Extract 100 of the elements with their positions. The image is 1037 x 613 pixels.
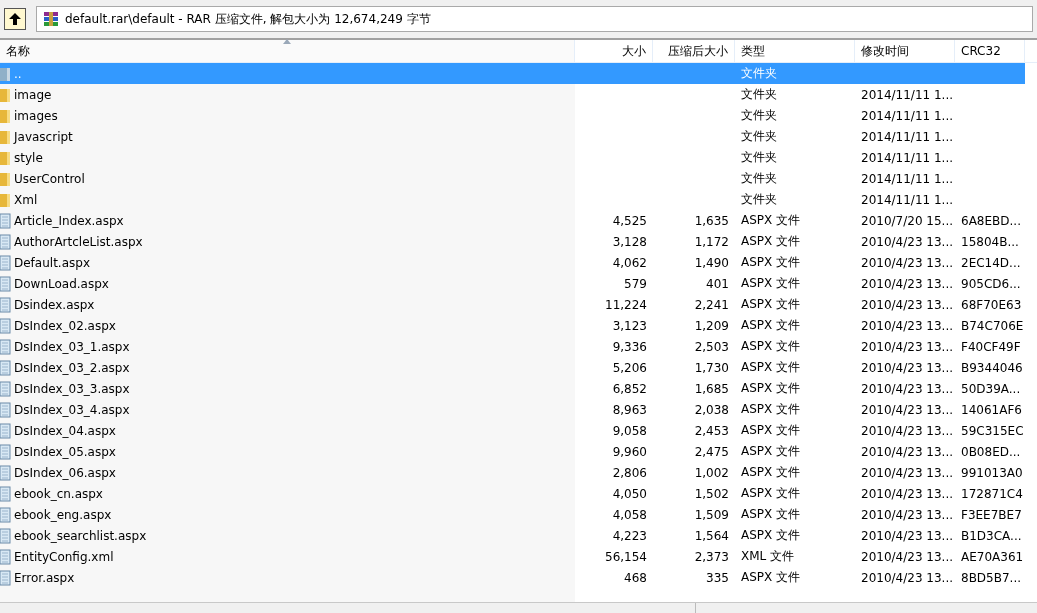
file-icon: [0, 443, 11, 460]
file-row[interactable]: DsIndex_03_4.aspx 8,963 2,038 ASPX 文件 2010/4/23 13... 14061AF6: [0, 399, 1025, 420]
up-folder-button[interactable]: [4, 8, 26, 30]
size-cell-text: 4,050: [611, 486, 648, 501]
file-icon: [0, 401, 11, 418]
size-cell-text: 2,806: [611, 465, 648, 480]
name-cell: DsIndex_04.aspx: [0, 422, 575, 439]
crc-cell-text: 15804B...: [960, 234, 1020, 249]
packed-size-cell-text: 1,635: [693, 213, 730, 228]
file-row[interactable]: ebook_eng.aspx 4,058 1,509 ASPX 文件 2010/4/23 13... F3EE7BE7: [0, 504, 1025, 525]
file-row[interactable]: image 文件夹 2014/11/11 1...: [0, 84, 1025, 105]
crc-cell-text: 172871C4: [960, 486, 1024, 501]
name-cell: DsIndex_03_3.aspx: [0, 380, 575, 397]
file-row[interactable]: style 文件夹 2014/11/11 1...: [0, 147, 1025, 168]
file-row[interactable]: images 文件夹 2014/11/11 1...: [0, 105, 1025, 126]
crc-cell-text: B1D3CA...: [960, 528, 1023, 543]
modified-cell-text: 2010/4/23 13...: [860, 423, 955, 438]
file-row[interactable]: DsIndex_04.aspx 9,058 2,453 ASPX 文件 2010/4/23 13... 59C315EC: [0, 420, 1025, 441]
file-row[interactable]: Xml 文件夹 2014/11/11 1...: [0, 189, 1025, 210]
file-row[interactable]: EntityConfig.xml 56,154 2,373 XML 文件 2010/4/23 13... AE70A361: [0, 546, 1025, 567]
file-row[interactable]: ebook_searchlist.aspx 4,223 1,564 ASPX 文件 2010/4/23 13... B1D3CA...: [0, 525, 1025, 546]
packed-size-cell-text: 1,209: [693, 318, 730, 333]
modified-cell-text: 2014/11/11 1...: [860, 87, 955, 102]
file-icon: [0, 317, 11, 334]
type-cell-text: ASPX 文件: [740, 296, 802, 313]
file-row[interactable]: ebook_cn.aspx 4,050 1,502 ASPX 文件 2010/4/23 13... 172871C4: [0, 483, 1025, 504]
name-cell: style: [0, 149, 575, 166]
modified-cell-text: 2014/11/11 1...: [860, 171, 955, 186]
file-row[interactable]: Dsindex.aspx 11,224 2,241 ASPX 文件 2010/4/23 13... 68F70E63: [0, 294, 1025, 315]
size-cell-text: 4,525: [611, 213, 648, 228]
name-cell: image: [0, 86, 575, 103]
file-row[interactable]: DownLoad.aspx 579 401 ASPX 文件 2010/4/23 13... 905CD6...: [0, 273, 1025, 294]
file-icon: [0, 464, 11, 481]
type-cell-text: 文件夹: [740, 86, 778, 103]
file-icon: [0, 422, 11, 439]
size-cell-text: 5,206: [611, 360, 648, 375]
size-cell-text: 3,123: [611, 318, 648, 333]
file-row[interactable]: UserControl 文件夹 2014/11/11 1...: [0, 168, 1025, 189]
modified-cell-text: 2010/4/23 13...: [860, 297, 955, 312]
file-row[interactable]: DsIndex_03_3.aspx 6,852 1,685 ASPX 文件 2010/4/23 13... 50D39A...: [0, 378, 1025, 399]
type-cell-text: ASPX 文件: [740, 527, 802, 544]
type-cell-text: 文件夹: [740, 170, 778, 187]
size-cell-text: 9,960: [611, 444, 648, 459]
name-cell: ..: [0, 65, 575, 82]
name-cell: Article_Index.aspx: [0, 212, 575, 229]
name-cell: Default.aspx: [0, 254, 575, 271]
folder-icon: [0, 191, 11, 208]
address-field[interactable]: default.rar\default - RAR 压缩文件, 解包大小为 12,674,249 字节: [36, 6, 1033, 32]
type-cell-text: ASPX 文件: [740, 422, 802, 439]
up-arrow-icon: [8, 12, 22, 26]
file-row[interactable]: DsIndex_05.aspx 9,960 2,475 ASPX 文件 2010/4/23 13... 0B08ED...: [0, 441, 1025, 462]
name-cell: images: [0, 107, 575, 124]
type-cell-text: ASPX 文件: [740, 569, 802, 586]
crc-cell-text: F40CF49F: [960, 339, 1022, 354]
file-row[interactable]: Default.aspx 4,062 1,490 ASPX 文件 2010/4/23 13... 2EC14D...: [0, 252, 1025, 273]
file-row[interactable]: DsIndex_03_2.aspx 5,206 1,730 ASPX 文件 2010/4/23 13... B9344046: [0, 357, 1025, 378]
file-row[interactable]: DsIndex_02.aspx 3,123 1,209 ASPX 文件 2010/4/23 13... B74C706E: [0, 315, 1025, 336]
column-header[interactable]: 名称: [0, 40, 575, 62]
name-cell: Dsindex.aspx: [0, 296, 575, 313]
file-row[interactable]: Error.aspx 468 335 ASPX 文件 2010/4/23 13... 8BD5B7...: [0, 567, 1025, 588]
modified-cell-text: 2010/4/23 13...: [860, 402, 955, 417]
type-cell-text: 文件夹: [740, 191, 778, 208]
packed-size-cell-text: 2,038: [693, 402, 730, 417]
file-row[interactable]: AuthorArtcleList.aspx 3,128 1,172 ASPX 文件 2010/4/23 13... 15804B...: [0, 231, 1025, 252]
folder-icon: [0, 65, 11, 82]
packed-size-cell-text: 1,730: [693, 360, 730, 375]
packed-size-cell-text: 2,475: [693, 444, 730, 459]
name-cell: DownLoad.aspx: [0, 275, 575, 292]
size-cell-text: 579: [623, 276, 648, 291]
crc-cell-text: B74C706E: [960, 318, 1025, 333]
packed-size-cell-text: 1,172: [693, 234, 730, 249]
name-cell: Javascript: [0, 128, 575, 145]
file-icon: [0, 296, 11, 313]
crc-cell-text: 6A8EBD...: [960, 213, 1022, 228]
name-cell: ebook_searchlist.aspx: [0, 527, 575, 544]
name-cell: DsIndex_03_2.aspx: [0, 359, 575, 376]
crc-cell-text: 59C315EC: [960, 423, 1025, 438]
file-row[interactable]: Javascript 文件夹 2014/11/11 1...: [0, 126, 1025, 147]
modified-cell-text: 2014/11/11 1...: [860, 150, 955, 165]
file-row[interactable]: DsIndex_06.aspx 2,806 1,002 ASPX 文件 2010/4/23 13... 991013A0: [0, 462, 1025, 483]
name-cell: DsIndex_03_1.aspx: [0, 338, 575, 355]
crc-cell-text: 905CD6...: [960, 276, 1022, 291]
modified-cell-text: 2010/4/23 13...: [860, 444, 955, 459]
type-cell-text: ASPX 文件: [740, 506, 802, 523]
modified-cell-text: 2010/4/23 13...: [860, 318, 955, 333]
packed-size-cell-text: 2,503: [693, 339, 730, 354]
name-cell: UserControl: [0, 170, 575, 187]
modified-cell-text: 2010/4/23 13...: [860, 507, 955, 522]
folder-icon: [0, 149, 11, 166]
packed-size-cell-text: 1,685: [693, 381, 730, 396]
file-row[interactable]: Article_Index.aspx 4,525 1,635 ASPX 文件 2010/7/20 15... 6A8EBD...: [0, 210, 1025, 231]
crc-cell-text: 14061AF6: [960, 402, 1023, 417]
size-cell-text: 11,224: [604, 297, 648, 312]
type-cell-text: ASPX 文件: [740, 401, 802, 418]
modified-cell-text: 2010/4/23 13...: [860, 339, 955, 354]
file-icon: [0, 338, 11, 355]
type-cell-text: ASPX 文件: [740, 338, 802, 355]
modified-cell-text: 2014/11/11 1...: [860, 108, 955, 123]
packed-size-cell-text: 1,002: [693, 465, 730, 480]
file-row[interactable]: DsIndex_03_1.aspx 9,336 2,503 ASPX 文件 2010/4/23 13... F40CF49F: [0, 336, 1025, 357]
